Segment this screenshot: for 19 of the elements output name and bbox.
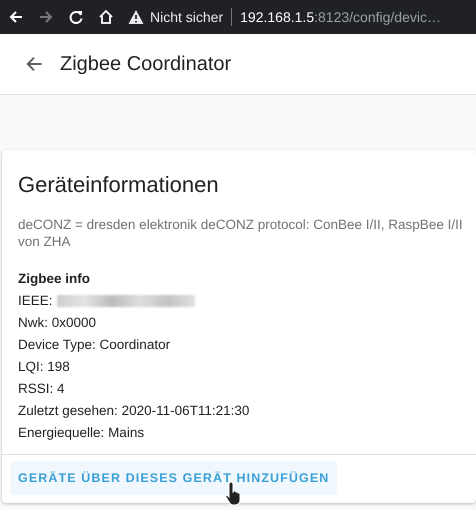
back-icon[interactable]: [8, 9, 24, 25]
page-title: Zigbee Coordinator: [60, 52, 232, 76]
warning-icon: [128, 9, 144, 25]
device-description: deCONZ = dresden elektronik deCONZ protocol: ConBee I/II, RaspBee I/II von ZHA: [18, 216, 464, 250]
section-title: Zigbee info: [18, 270, 91, 288]
info-line: Device Type: Coordinator: [18, 336, 170, 354]
home-icon[interactable]: [98, 9, 114, 25]
info-line: RSSI: 4: [18, 380, 65, 398]
forward-icon[interactable]: [38, 9, 54, 25]
address-field[interactable]: 192.168.1.5:8123/config/devic…: [240, 9, 441, 25]
info-line: IEEE:: [18, 292, 53, 310]
info-line: Zuletzt gesehen: 2020-11-06T11:21:30: [18, 402, 250, 420]
back-arrow-icon[interactable]: [24, 54, 44, 74]
info-line: LQI: 198: [18, 358, 70, 376]
info-line: Nwk: 0x0000: [18, 314, 96, 332]
info-line: Energiequelle: Mains: [18, 424, 144, 442]
reload-icon[interactable]: [68, 9, 84, 25]
card-title: Geräteinformationen: [18, 172, 220, 198]
security-warning: Nicht sicher: [150, 9, 224, 25]
